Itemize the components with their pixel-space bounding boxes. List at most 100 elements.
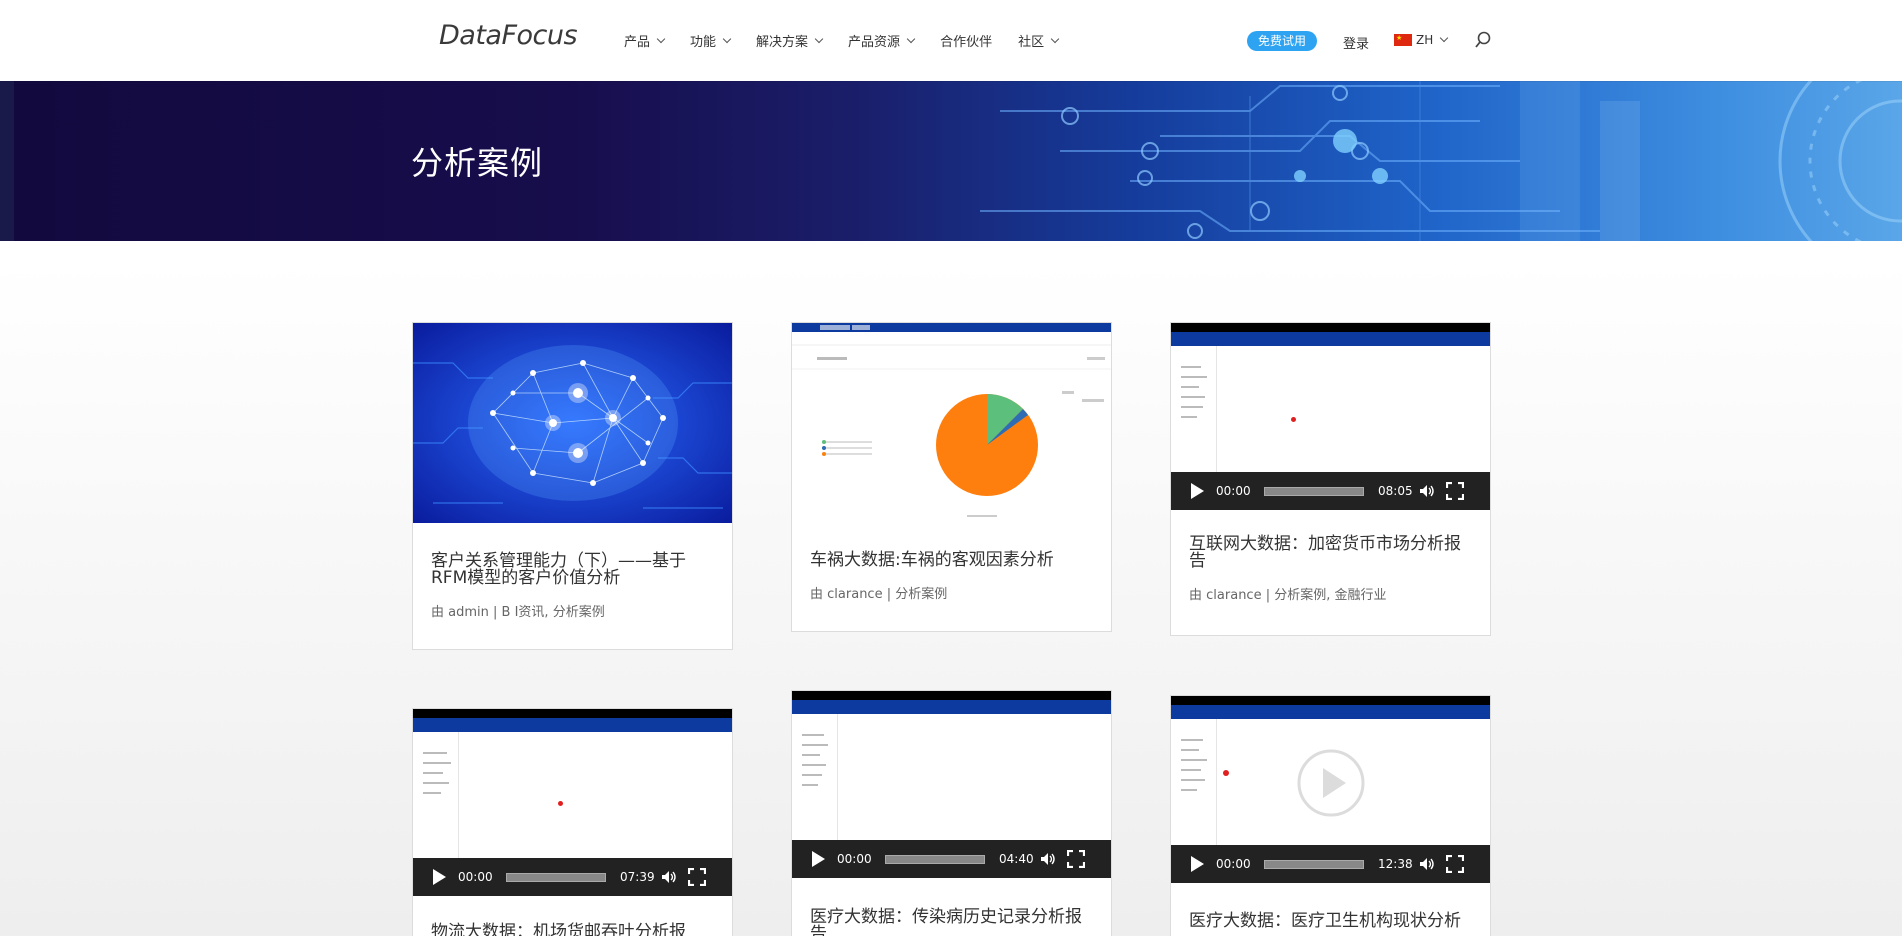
article-card[interactable]: 客户关系管理能力（下）——基于RFM模型的客户价值分析 由 admin | B … xyxy=(412,322,733,650)
article-card[interactable]: 车祸大数据:车祸的客观因素分析 由 clarance | 分析案例 xyxy=(791,322,1112,632)
article-title[interactable]: 医疗大数据：医疗卫生机构现状分析 xyxy=(1189,913,1472,930)
category-links[interactable]: B I资讯, 分析案例 xyxy=(502,605,605,620)
article-meta: 由 admin | B I资讯, 分析案例 xyxy=(431,605,605,620)
video-controls: 00:00 12:38 xyxy=(1171,845,1490,883)
category-links[interactable]: 分析案例, 金融行业 xyxy=(1274,588,1386,603)
article-meta: 由 clarance | 分析案例, 金融行业 xyxy=(1189,588,1387,603)
video-player[interactable]: 00:00 07:39 xyxy=(413,709,732,896)
meta-prefix: 由 xyxy=(810,587,824,602)
volume-icon[interactable] xyxy=(1418,482,1436,500)
play-icon[interactable] xyxy=(433,869,446,885)
nav-label: 产品资源 xyxy=(848,35,901,50)
article-title[interactable]: 物流大数据：机场货邮吞吐分析报 xyxy=(431,924,714,936)
article-title[interactable]: 互联网大数据：加密货币市场分析报告 xyxy=(1189,536,1472,570)
article-card[interactable]: 00:00 12:38 医疗大数据：医疗卫生机构现状分析 xyxy=(1170,695,1491,936)
video-duration: 12:38 xyxy=(1378,857,1413,871)
video-current-time: 00:00 xyxy=(1216,857,1251,871)
fullscreen-icon[interactable] xyxy=(688,868,706,886)
nav-label: 产品 xyxy=(624,35,651,50)
video-current-time: 00:00 xyxy=(1216,484,1251,498)
article-card[interactable]: 00:00 04:40 医疗大数据：传染病历史记录分析报告 xyxy=(791,690,1112,936)
video-duration: 08:05 xyxy=(1378,484,1413,498)
cursor-marker xyxy=(558,801,563,806)
meta-prefix: 由 xyxy=(1189,588,1203,603)
main-nav: 产品 功能 解决方案 产品资源 合作伙伴 社区 xyxy=(624,31,1084,50)
video-current-time: 00:00 xyxy=(837,852,872,866)
app-navbar xyxy=(1171,332,1490,346)
chevron-down-icon xyxy=(814,34,824,43)
app-navbar xyxy=(413,718,732,732)
app-topbar xyxy=(792,691,1111,700)
cursor-marker xyxy=(1223,770,1229,776)
article-title[interactable]: 医疗大数据：传染病历史记录分析报告 xyxy=(810,909,1093,936)
app-topbar xyxy=(1171,696,1490,705)
author-link[interactable]: clarance xyxy=(827,587,882,602)
nav-label: 合作伙伴 xyxy=(940,35,993,50)
cursor-marker xyxy=(1291,417,1296,422)
article-thumbnail[interactable] xyxy=(413,323,732,523)
author-link[interactable]: admin xyxy=(448,605,489,620)
nav-label: 功能 xyxy=(690,35,717,50)
category-links[interactable]: 分析案例 xyxy=(895,587,947,602)
article-title[interactable]: 客户关系管理能力（下）——基于RFM模型的客户价值分析 xyxy=(431,553,714,587)
pie-chart-screenshot xyxy=(792,323,1111,523)
app-navbar xyxy=(1171,705,1490,719)
chevron-down-icon xyxy=(906,34,916,43)
article-meta: 由 clarance | 分析案例 xyxy=(810,587,948,602)
video-player[interactable]: 00:00 04:40 xyxy=(792,691,1111,878)
play-icon[interactable] xyxy=(1191,856,1204,872)
article-title[interactable]: 车祸大数据:车祸的客观因素分析 xyxy=(810,552,1093,569)
circuit-background xyxy=(0,81,1902,241)
search-icon[interactable] xyxy=(1474,31,1492,49)
meta-prefix: 由 xyxy=(431,605,445,620)
logo[interactable]: DataFocus xyxy=(439,20,578,51)
language-label: ZH xyxy=(1416,33,1434,47)
site-header: DataFocus 产品 功能 解决方案 产品资源 合作伙伴 社区 免费试用 登… xyxy=(0,0,1902,81)
play-overlay-icon[interactable] xyxy=(1296,748,1366,818)
fullscreen-icon[interactable] xyxy=(1446,855,1464,873)
nav-item-product[interactable]: 产品 xyxy=(624,31,666,50)
fullscreen-icon[interactable] xyxy=(1067,850,1085,868)
volume-icon[interactable] xyxy=(1418,855,1436,873)
article-card[interactable]: 00:00 08:05 互联网大数据：加密货币市场分析报告 由 clarance… xyxy=(1170,322,1491,636)
video-progress-bar[interactable] xyxy=(885,854,985,864)
video-controls: 00:00 07:39 xyxy=(413,858,732,896)
video-player[interactable]: 00:00 12:38 xyxy=(1171,696,1490,883)
article-card[interactable]: 00:00 07:39 物流大数据：机场货邮吞吐分析报 xyxy=(412,708,733,936)
play-icon[interactable] xyxy=(1191,483,1204,499)
video-progress-bar[interactable] xyxy=(1264,859,1364,869)
video-duration: 04:40 xyxy=(999,852,1034,866)
nav-label: 社区 xyxy=(1018,35,1045,50)
nav-item-features[interactable]: 功能 xyxy=(690,31,732,50)
chevron-down-icon xyxy=(1050,34,1060,43)
hero-banner: 分析案例 xyxy=(0,81,1902,241)
volume-icon[interactable] xyxy=(660,868,678,886)
nav-item-solutions[interactable]: 解决方案 xyxy=(756,31,824,50)
page-title: 分析案例 xyxy=(411,144,544,182)
nav-label: 解决方案 xyxy=(756,35,809,50)
app-navbar xyxy=(792,700,1111,714)
app-topbar xyxy=(413,709,732,718)
fullscreen-icon[interactable] xyxy=(1446,482,1464,500)
chevron-down-icon xyxy=(1440,33,1449,43)
author-link[interactable]: clarance xyxy=(1206,588,1261,603)
play-icon[interactable] xyxy=(812,851,825,867)
app-topbar xyxy=(1171,323,1490,332)
video-current-time: 00:00 xyxy=(458,870,493,884)
volume-icon[interactable] xyxy=(1039,850,1057,868)
video-progress-bar[interactable] xyxy=(1264,486,1364,496)
china-flag-icon: ★ xyxy=(1394,34,1412,46)
nav-item-partners[interactable]: 合作伙伴 xyxy=(940,31,992,50)
article-thumbnail[interactable] xyxy=(792,323,1111,523)
language-switcher[interactable]: ★ ZH xyxy=(1394,33,1449,47)
login-link[interactable]: 登录 xyxy=(1343,33,1369,52)
nav-item-community[interactable]: 社区 xyxy=(1018,31,1060,50)
video-progress-bar[interactable] xyxy=(506,872,606,882)
free-trial-button[interactable]: 免费试用 xyxy=(1247,31,1318,51)
video-duration: 07:39 xyxy=(620,870,655,884)
video-controls: 00:00 08:05 xyxy=(1171,472,1490,510)
video-player[interactable]: 00:00 08:05 xyxy=(1171,323,1490,510)
nav-item-resources[interactable]: 产品资源 xyxy=(848,31,916,50)
brain-network-image xyxy=(413,323,732,523)
chevron-down-icon xyxy=(656,34,666,43)
